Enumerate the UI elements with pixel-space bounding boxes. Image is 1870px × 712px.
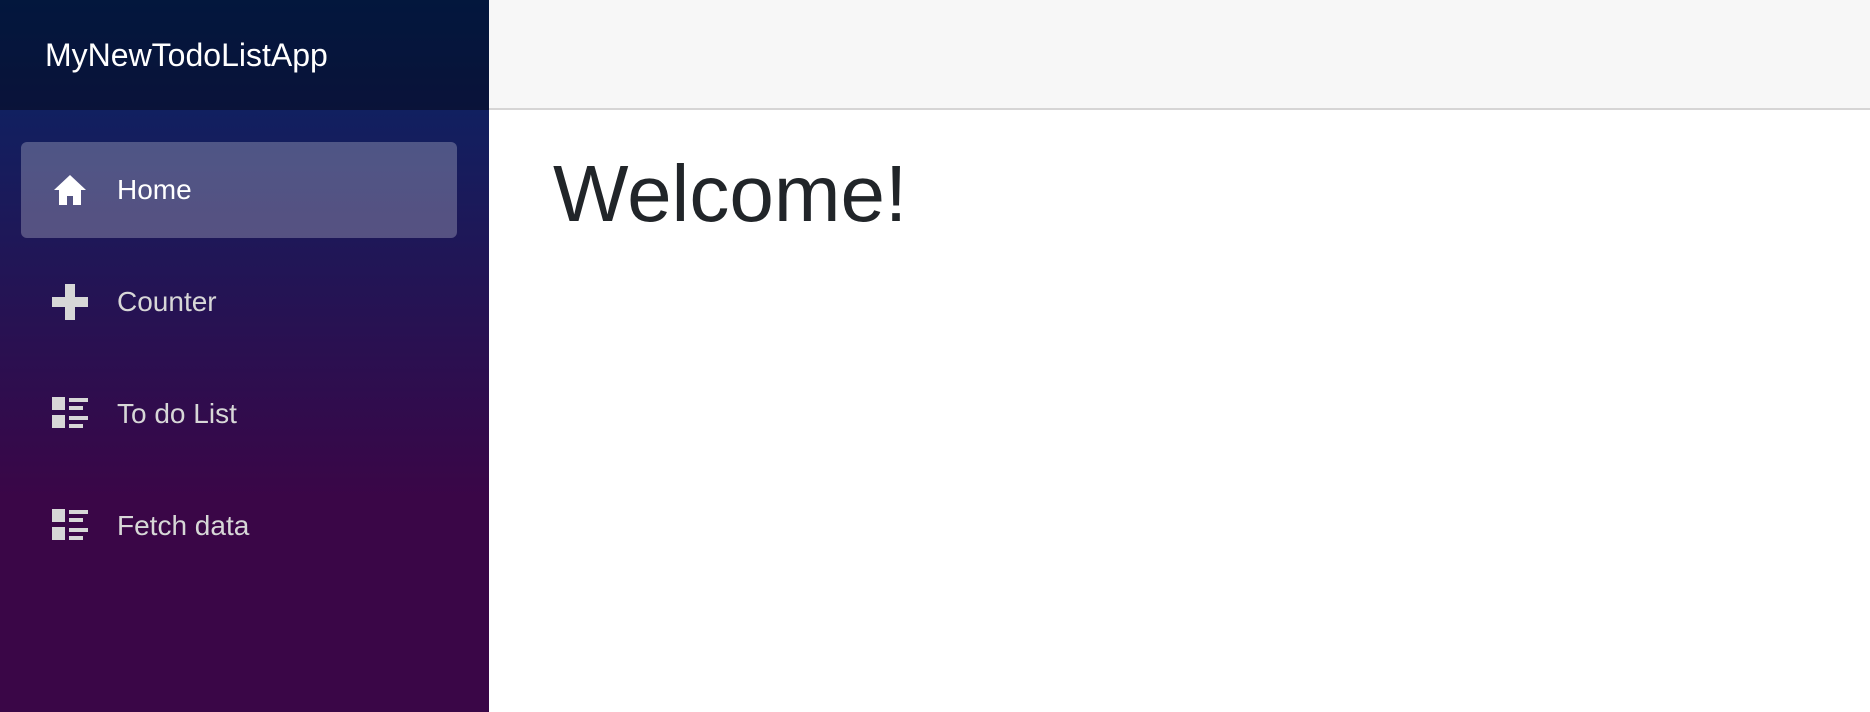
plus-icon (50, 282, 90, 322)
top-row (489, 0, 1870, 110)
sidebar: MyNewTodoListApp Home Counter To do List… (0, 0, 489, 712)
list-rich-icon (50, 506, 90, 546)
sidebar-item-home[interactable]: Home (21, 142, 457, 238)
list-rich-icon (50, 394, 90, 434)
sidebar-item-todo-list[interactable]: To do List (21, 366, 457, 462)
sidebar-item-label: Counter (117, 286, 217, 317)
home-icon (50, 170, 90, 210)
sidebar-nav: Home Counter To do List Fetch data (0, 110, 489, 574)
page-content: Welcome! (489, 110, 1870, 238)
sidebar-item-counter[interactable]: Counter (21, 254, 457, 350)
sidebar-item-label: Fetch data (117, 510, 250, 541)
brand-bar: MyNewTodoListApp (0, 0, 489, 110)
sidebar-item-label: Home (117, 174, 192, 205)
app-root: MyNewTodoListApp Home Counter To do List… (0, 0, 1870, 712)
brand-link[interactable]: MyNewTodoListApp (45, 37, 328, 74)
sidebar-item-fetch-data[interactable]: Fetch data (21, 478, 457, 574)
sidebar-item-label: To do List (117, 398, 237, 429)
page-title: Welcome! (553, 149, 908, 238)
main-area: Welcome! (489, 0, 1870, 712)
